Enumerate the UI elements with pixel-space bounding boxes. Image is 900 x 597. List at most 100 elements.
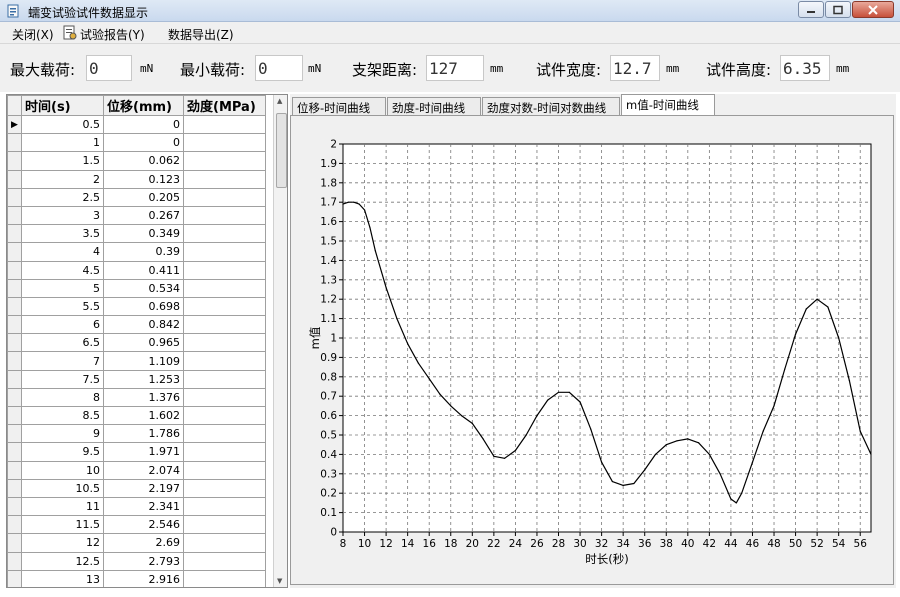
cell-stiffness[interactable] bbox=[183, 387, 266, 408]
row-indicator[interactable] bbox=[7, 460, 22, 480]
cell-stiffness[interactable] bbox=[183, 405, 266, 426]
cell-displacement[interactable]: 1.786 bbox=[103, 424, 184, 444]
tab-log-stiffness-log-time[interactable]: 劲度对数-时间对数曲线 bbox=[482, 97, 620, 116]
cell-time[interactable]: 9 bbox=[21, 424, 104, 444]
cell-time[interactable]: 2.5 bbox=[21, 187, 104, 207]
row-indicator[interactable] bbox=[7, 315, 22, 335]
cell-displacement[interactable]: 2.341 bbox=[103, 496, 184, 517]
vertical-scrollbar[interactable]: ▲ ▼ bbox=[273, 95, 287, 587]
table-row[interactable]: 5.5 0.698 bbox=[7, 296, 266, 317]
maximize-button[interactable] bbox=[825, 1, 851, 18]
scroll-down-icon[interactable]: ▼ bbox=[277, 577, 282, 585]
cell-stiffness[interactable] bbox=[183, 442, 266, 462]
table-row[interactable]: 4 0.39 bbox=[7, 242, 266, 262]
cell-stiffness[interactable] bbox=[183, 515, 266, 535]
row-indicator[interactable] bbox=[7, 224, 22, 244]
row-indicator[interactable] bbox=[7, 242, 22, 262]
table-row[interactable]: 11.5 2.546 bbox=[7, 515, 266, 535]
width-field[interactable]: 12.7 bbox=[610, 55, 660, 81]
row-indicator[interactable] bbox=[7, 478, 22, 498]
cell-stiffness[interactable] bbox=[183, 224, 266, 244]
cell-displacement[interactable]: 2.074 bbox=[103, 460, 184, 480]
cell-stiffness[interactable] bbox=[183, 569, 266, 587]
row-indicator[interactable] bbox=[7, 187, 22, 207]
cell-stiffness[interactable] bbox=[183, 278, 266, 298]
row-indicator[interactable] bbox=[7, 169, 22, 189]
cell-displacement[interactable]: 0.965 bbox=[103, 333, 184, 353]
cell-stiffness[interactable] bbox=[183, 205, 266, 226]
cell-displacement[interactable]: 0.534 bbox=[103, 278, 184, 298]
cell-displacement[interactable]: 1.109 bbox=[103, 351, 184, 371]
cell-stiffness[interactable] bbox=[183, 496, 266, 517]
table-row[interactable]: 9 1.786 bbox=[7, 424, 266, 444]
table-row[interactable]: 4.5 0.411 bbox=[7, 260, 266, 280]
cell-time[interactable]: 0.5 bbox=[21, 114, 104, 135]
row-indicator[interactable] bbox=[7, 369, 22, 389]
cell-displacement[interactable]: 1.602 bbox=[103, 405, 184, 426]
row-indicator[interactable] bbox=[7, 260, 22, 280]
cell-displacement[interactable]: 0.39 bbox=[103, 242, 184, 262]
cell-time[interactable]: 11 bbox=[21, 496, 104, 517]
tab-displacement-time[interactable]: 位移-时间曲线 bbox=[292, 97, 386, 116]
table-row[interactable]: 9.5 1.971 bbox=[7, 442, 266, 462]
cell-displacement[interactable]: 0.123 bbox=[103, 169, 184, 189]
cell-displacement[interactable]: 0 bbox=[103, 114, 184, 135]
cell-displacement[interactable]: 0.349 bbox=[103, 224, 184, 244]
table-row[interactable]: 8 1.376 bbox=[7, 387, 266, 408]
table-row[interactable]: 3 0.267 bbox=[7, 205, 266, 226]
cell-time[interactable]: 10.5 bbox=[21, 478, 104, 498]
row-indicator[interactable] bbox=[7, 351, 22, 371]
cell-displacement[interactable]: 2.197 bbox=[103, 478, 184, 498]
table-row[interactable]: 6 0.842 bbox=[7, 315, 266, 335]
tab-m-value-time[interactable]: m值-时间曲线 bbox=[621, 94, 715, 116]
cell-stiffness[interactable] bbox=[183, 296, 266, 317]
cell-time[interactable]: 12.5 bbox=[21, 551, 104, 571]
table-row[interactable]: 2 0.123 bbox=[7, 169, 266, 189]
min-load-field[interactable]: 0 bbox=[255, 55, 303, 81]
cell-stiffness[interactable] bbox=[183, 187, 266, 207]
cell-stiffness[interactable] bbox=[183, 551, 266, 571]
scroll-thumb[interactable] bbox=[276, 113, 287, 188]
row-indicator[interactable] bbox=[7, 296, 22, 317]
cell-displacement[interactable]: 0 bbox=[103, 133, 184, 153]
cell-stiffness[interactable] bbox=[183, 260, 266, 280]
cell-time[interactable]: 1 bbox=[21, 133, 104, 153]
cell-time[interactable]: 8 bbox=[21, 387, 104, 408]
table-row[interactable]: 10 bbox=[7, 133, 266, 153]
row-indicator[interactable] bbox=[7, 405, 22, 426]
column-header-stiffness[interactable]: 劲度(MPa) bbox=[183, 95, 266, 116]
table-row[interactable]: 8.5 1.602 bbox=[7, 405, 266, 426]
menu-close[interactable]: 关闭(X) bbox=[12, 26, 54, 43]
row-indicator[interactable] bbox=[7, 533, 22, 553]
cell-time[interactable]: 7.5 bbox=[21, 369, 104, 389]
table-row[interactable]: 5 0.534 bbox=[7, 278, 266, 298]
cell-displacement[interactable]: 1.971 bbox=[103, 442, 184, 462]
table-row[interactable]: 6.5 0.965 bbox=[7, 333, 266, 353]
cell-displacement[interactable]: 1.376 bbox=[103, 387, 184, 408]
cell-displacement[interactable]: 1.253 bbox=[103, 369, 184, 389]
row-indicator[interactable] bbox=[7, 551, 22, 571]
cell-time[interactable]: 6 bbox=[21, 315, 104, 335]
cell-stiffness[interactable] bbox=[183, 333, 266, 353]
span-field[interactable]: 127 bbox=[426, 55, 484, 81]
table-row[interactable]: 10.5 2.197 bbox=[7, 478, 266, 498]
cell-displacement[interactable]: 0.205 bbox=[103, 187, 184, 207]
cell-time[interactable]: 7 bbox=[21, 351, 104, 371]
table-row[interactable]: 1.5 0.062 bbox=[7, 151, 266, 171]
cell-time[interactable]: 6.5 bbox=[21, 333, 104, 353]
max-load-field[interactable]: 0 bbox=[86, 55, 132, 81]
cell-displacement[interactable]: 2.546 bbox=[103, 515, 184, 535]
column-header-time[interactable]: 时间(s) bbox=[21, 95, 104, 116]
cell-time[interactable]: 8.5 bbox=[21, 405, 104, 426]
row-indicator[interactable] bbox=[7, 387, 22, 408]
table-row[interactable]: 10 2.074 bbox=[7, 460, 266, 480]
cell-displacement[interactable]: 2.793 bbox=[103, 551, 184, 571]
cell-time[interactable]: 5 bbox=[21, 278, 104, 298]
cell-time[interactable]: 4.5 bbox=[21, 260, 104, 280]
cell-time[interactable]: 4 bbox=[21, 242, 104, 262]
table-row[interactable]: 7.5 1.253 bbox=[7, 369, 266, 389]
cell-displacement[interactable]: 2.916 bbox=[103, 569, 184, 587]
row-indicator[interactable] bbox=[7, 205, 22, 226]
row-indicator[interactable] bbox=[7, 515, 22, 535]
cell-time[interactable]: 10 bbox=[21, 460, 104, 480]
